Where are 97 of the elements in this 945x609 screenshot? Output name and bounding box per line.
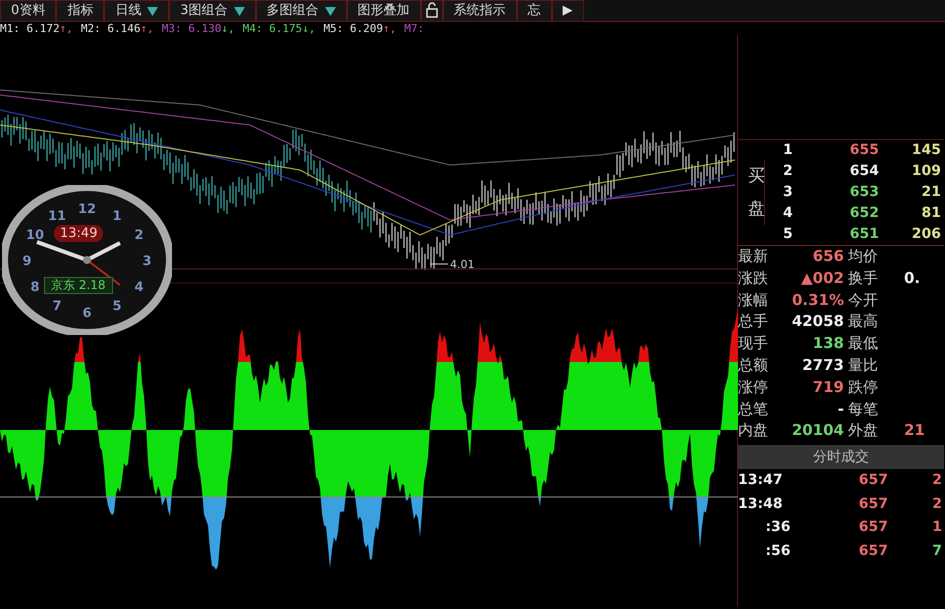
stat-label: 换手 (848, 268, 879, 289)
stat-label: 最低 (848, 333, 879, 354)
trade-price: 657 (858, 494, 888, 514)
bid-volume: 109 (910, 162, 941, 181)
moving-average-value: M4: 6.175 (242, 22, 302, 35)
level-number: 2 (783, 162, 794, 181)
stat-label: 涨跌 (738, 268, 769, 289)
order-side-label: 买盘 (748, 160, 765, 225)
stat-label: 最新 (738, 246, 769, 267)
level-number: 3 (783, 183, 794, 202)
low-price-label: 4.01 (430, 258, 474, 270)
trend-arrow: ↓, (302, 22, 316, 35)
toolbar-button[interactable]: 忘 (516, 0, 552, 22)
moving-average-value: M1: 6.172 (0, 22, 60, 35)
clock-number: 5 (112, 299, 122, 314)
trade-volume: 1 (932, 518, 943, 538)
clock-number: 2 (134, 228, 144, 243)
clock-number: 8 (30, 280, 40, 295)
clock-number: 3 (142, 254, 152, 269)
trade-time: :56 (764, 542, 792, 561)
trade-price: 657 (858, 518, 888, 538)
trend-arrow: ↑, (383, 22, 396, 35)
clock-number: 1 (112, 209, 122, 224)
bid-volume: 145 (910, 141, 941, 160)
stat-value: 2773 (801, 354, 845, 376)
stat-label: 总笔 (738, 398, 769, 420)
bid-volume: 81 (920, 204, 941, 223)
stat-label: 内盘 (738, 420, 769, 442)
stat-value: 42058 (790, 311, 845, 332)
bid-price: 653 (848, 183, 879, 202)
stat-value: 719 (812, 376, 845, 398)
moving-average-value: M5: 6.209 (323, 22, 384, 35)
stat-label: 量比 (848, 354, 879, 376)
trades-header: 分时成交 (738, 445, 944, 470)
stat-label: 涨停 (738, 376, 769, 398)
level-number: 4 (783, 204, 794, 223)
moving-average-value: M7: (404, 22, 424, 35)
clock-number: 7 (52, 299, 62, 314)
stat-label: 总手 (738, 311, 769, 332)
stat-label: 今开 (848, 290, 879, 311)
caret-icon (147, 6, 158, 16)
stat-value: 0.31% (790, 290, 845, 311)
trade-time: 13:47 (738, 471, 784, 490)
trend-arrow: ↑, (140, 22, 154, 35)
trade-volume: 2 (932, 494, 943, 514)
dropdown-button[interactable]: 日线 (104, 0, 170, 22)
stat-value: - (836, 398, 845, 420)
trend-arrow: ↑, (60, 22, 73, 35)
bid-volume: 206 (910, 225, 941, 244)
stat-label: 跌停 (848, 376, 879, 398)
trade-volume: 2 (932, 471, 943, 490)
bid-price: 651 (848, 225, 879, 244)
stat-value: ▲002 (800, 268, 845, 289)
caret-icon (234, 6, 245, 16)
stat-value: 0. (903, 268, 922, 289)
toolbar-button[interactable]: 0资料 (0, 0, 56, 22)
lock-button[interactable] (420, 0, 443, 22)
bid-price: 652 (848, 204, 879, 223)
stat-value: 138 (812, 333, 845, 354)
bid-price: 654 (848, 162, 879, 181)
level-number: 1 (783, 141, 794, 160)
trade-time: :36 (764, 518, 792, 538)
toolbar-button[interactable]: ▶ (552, 0, 584, 22)
clock-time: 13:49 (54, 225, 104, 242)
clock-number: 11 (48, 209, 66, 224)
stat-label: 每笔 (848, 398, 879, 420)
stat-label: 外盘 (848, 420, 879, 442)
stat-value: 20104 (790, 420, 845, 442)
clock-number: 4 (134, 280, 144, 295)
trend-arrow: ↓, (221, 22, 235, 35)
toolbar-button[interactable]: 图形叠加 (346, 0, 421, 22)
clock-number: 12 (78, 202, 96, 217)
stat-value: 656 (812, 246, 845, 267)
trade-volume: 7 (932, 542, 943, 561)
dropdown-button[interactable]: 3图组合 (169, 0, 256, 22)
moving-average-value: M3: 6.130 (162, 22, 222, 35)
clock-number: 6 (82, 306, 92, 321)
stat-label: 最高 (848, 311, 879, 332)
stat-label: 总额 (738, 354, 769, 376)
ticker-label: 京东 2.18 (44, 277, 113, 294)
trade-price: 657 (858, 471, 888, 490)
stat-value: 21 (903, 420, 926, 442)
bid-volume: 21 (920, 183, 941, 202)
stat-label: 现手 (738, 333, 769, 354)
trade-price: 657 (858, 542, 888, 561)
toolbar-button[interactable]: 指标 (56, 0, 104, 22)
stat-label: 涨幅 (738, 290, 769, 311)
clock-number: 9 (22, 254, 32, 269)
stat-label: 均价 (848, 246, 879, 267)
dropdown-button[interactable]: 多图组合 (256, 0, 347, 22)
toolbar-button[interactable]: 系统指示 (442, 0, 517, 22)
moving-average-value: M2: 6.146 (80, 22, 140, 35)
level-number: 5 (783, 225, 794, 244)
trade-time: 13:48 (738, 494, 784, 514)
caret-icon (324, 6, 336, 16)
bid-price: 655 (848, 141, 879, 160)
clock-number: 10 (26, 228, 44, 243)
